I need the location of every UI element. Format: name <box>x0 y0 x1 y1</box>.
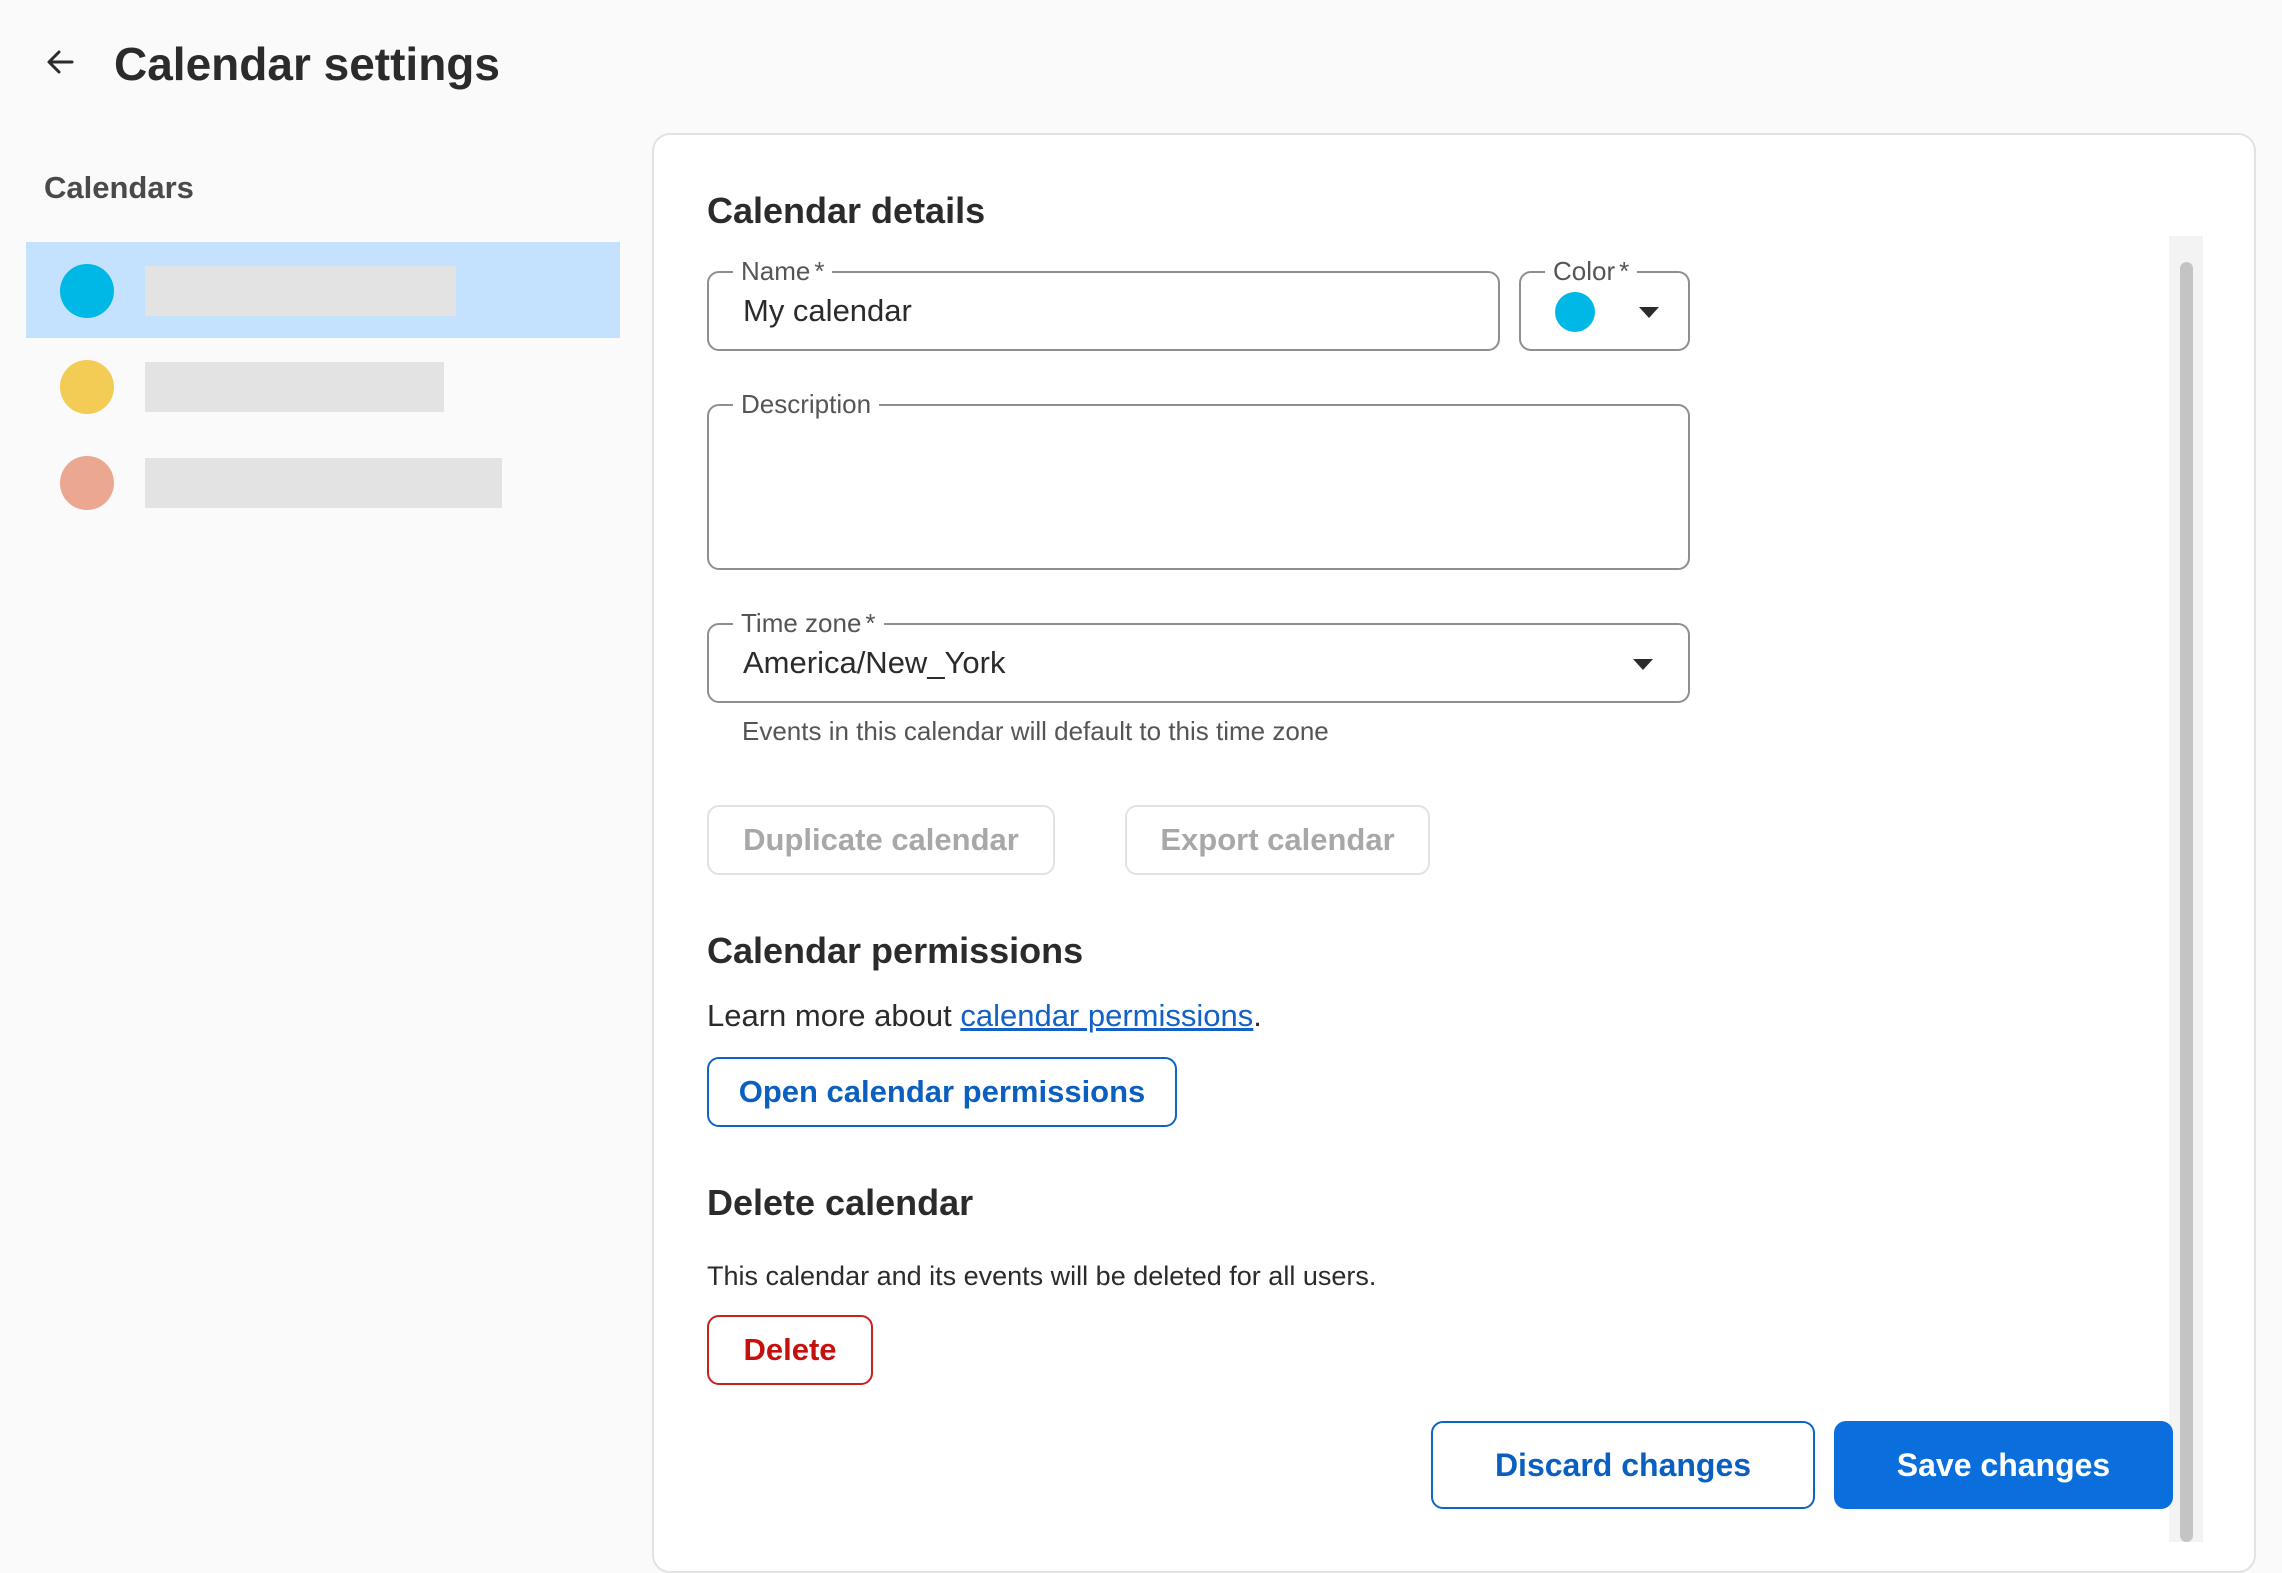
calendar-name-placeholder <box>145 458 502 508</box>
delete-calendar-title: Delete calendar <box>707 1182 974 1223</box>
calendar-name-placeholder <box>145 362 444 412</box>
calendar-permissions-title: Calendar permissions <box>707 930 1084 971</box>
name-input[interactable]: My calendar <box>743 273 912 349</box>
name-field[interactable]: Name * My calendar <box>707 254 1500 351</box>
calendar-color-dot <box>60 360 114 414</box>
calendar-list-item[interactable] <box>26 338 620 434</box>
discard-changes-button[interactable]: Discard changes <box>1431 1421 1815 1509</box>
delete-button[interactable]: Delete <box>707 1315 873 1385</box>
color-select[interactable]: Color * <box>1519 254 1690 351</box>
arrow-left-icon <box>44 46 76 78</box>
delete-calendar-description: This calendar and its events will be del… <box>707 1261 1377 1291</box>
chevron-down-icon <box>1639 307 1659 318</box>
chevron-down-icon <box>1633 659 1653 670</box>
calendar-list-item[interactable] <box>26 242 620 338</box>
scrollbar-thumb[interactable] <box>2180 262 2193 1542</box>
back-button[interactable] <box>38 40 82 84</box>
page-title: Calendar settings <box>114 38 500 90</box>
calendar-color-dot <box>60 264 114 318</box>
timezone-value: America/New_York <box>743 645 1006 680</box>
save-changes-button[interactable]: Save changes <box>1834 1421 2173 1509</box>
description-field[interactable]: Description <box>707 387 1690 570</box>
description-field-label: Description <box>733 387 880 421</box>
color-swatch <box>1555 292 1595 332</box>
open-calendar-permissions-button[interactable]: Open calendar permissions <box>707 1057 1177 1127</box>
permissions-learn-more: Learn more about calendar permissions. <box>707 998 1262 1033</box>
timezone-select[interactable]: Time zone * America/New_York <box>707 606 1690 703</box>
duplicate-calendar-button[interactable]: Duplicate calendar <box>707 805 1055 875</box>
calendar-list-item[interactable] <box>26 434 620 530</box>
timezone-helper-text: Events in this calendar will default to … <box>742 716 1329 746</box>
color-field-label: Color * <box>1545 254 1638 288</box>
calendar-permissions-link[interactable]: calendar permissions <box>960 998 1253 1033</box>
calendar-details-title: Calendar details <box>707 190 986 231</box>
calendar-name-placeholder <box>145 266 456 316</box>
sidebar-heading: Calendars <box>44 170 194 205</box>
calendar-list <box>26 242 620 530</box>
calendar-color-dot <box>60 456 114 510</box>
export-calendar-button[interactable]: Export calendar <box>1125 805 1430 875</box>
